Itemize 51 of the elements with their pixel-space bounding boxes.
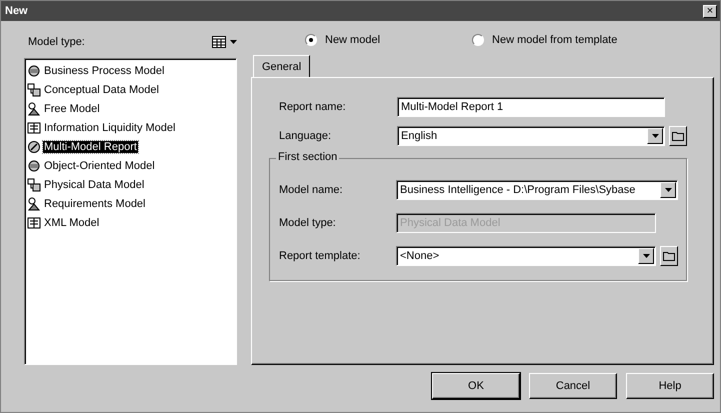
model-icon [27, 120, 41, 134]
dropdown[interactable]: <None> [396, 246, 656, 266]
model-icon [27, 196, 41, 210]
view-button[interactable] [212, 36, 237, 48]
group-title: First section [276, 151, 340, 163]
caret-icon [230, 40, 237, 44]
model-icon [27, 178, 41, 192]
list-item[interactable]: Requirements Model [27, 194, 234, 213]
field-label: Model type: [279, 216, 337, 228]
close-button[interactable]: × [703, 4, 717, 18]
list-label: Model type: [28, 36, 85, 48]
browse-button[interactable] [669, 126, 687, 146]
caret-icon [664, 188, 672, 192]
grid-icon [212, 36, 226, 48]
model-icon [27, 64, 41, 78]
caret-icon [642, 254, 650, 258]
field-label: Report template: [279, 250, 362, 262]
field-label: Report name: [279, 100, 347, 112]
dialog-button[interactable]: Help [626, 373, 714, 399]
list-item[interactable]: Information Liquidity Model [27, 118, 234, 137]
folder-icon [663, 250, 675, 260]
dropdown-button[interactable] [638, 248, 654, 264]
list-item[interactable]: Multi-Model Report [27, 137, 234, 156]
list-item[interactable]: Business Process Model [27, 61, 234, 80]
dialog-button[interactable]: OK [432, 373, 520, 399]
model-icon [27, 158, 41, 172]
tab[interactable]: General [253, 55, 310, 77]
window-title: New [5, 5, 28, 17]
dropdown[interactable]: English [397, 126, 665, 146]
dialog-button[interactable]: Cancel [529, 373, 617, 399]
browse-button[interactable] [660, 246, 678, 266]
dropdown-button[interactable] [660, 182, 676, 198]
field-label: Model name: [279, 184, 344, 196]
field-label: Language: [279, 130, 332, 142]
folder-icon [672, 130, 684, 140]
model-icon [27, 140, 41, 154]
list-item[interactable]: Free Model [27, 99, 234, 118]
model-icon [27, 216, 41, 230]
radio-button[interactable]: New model from template [472, 34, 618, 46]
list-item[interactable]: XML Model [27, 213, 234, 232]
radio-button[interactable]: New model [305, 34, 380, 46]
dropdown[interactable]: Business Intelligence - D:\Program Files\Sybase [396, 180, 678, 200]
dropdown-button[interactable] [647, 128, 663, 144]
list-item[interactable]: Object-Oriented Model [27, 156, 234, 175]
model-icon [27, 82, 41, 96]
model-type-list[interactable]: Business Process Model Conceptual Data Model Free Model Information Liquidity Model Multi-Model Report Object-Oriented Model Physical Data Model Requirements Model XML Model [24, 58, 237, 365]
model-icon [27, 102, 41, 116]
caret-icon [652, 134, 658, 138]
list-item[interactable]: Conceptual Data Model [27, 80, 234, 99]
list-item[interactable]: Physical Data Model [27, 175, 234, 194]
text-field[interactable]: Multi-Model Report 1 [397, 96, 665, 116]
